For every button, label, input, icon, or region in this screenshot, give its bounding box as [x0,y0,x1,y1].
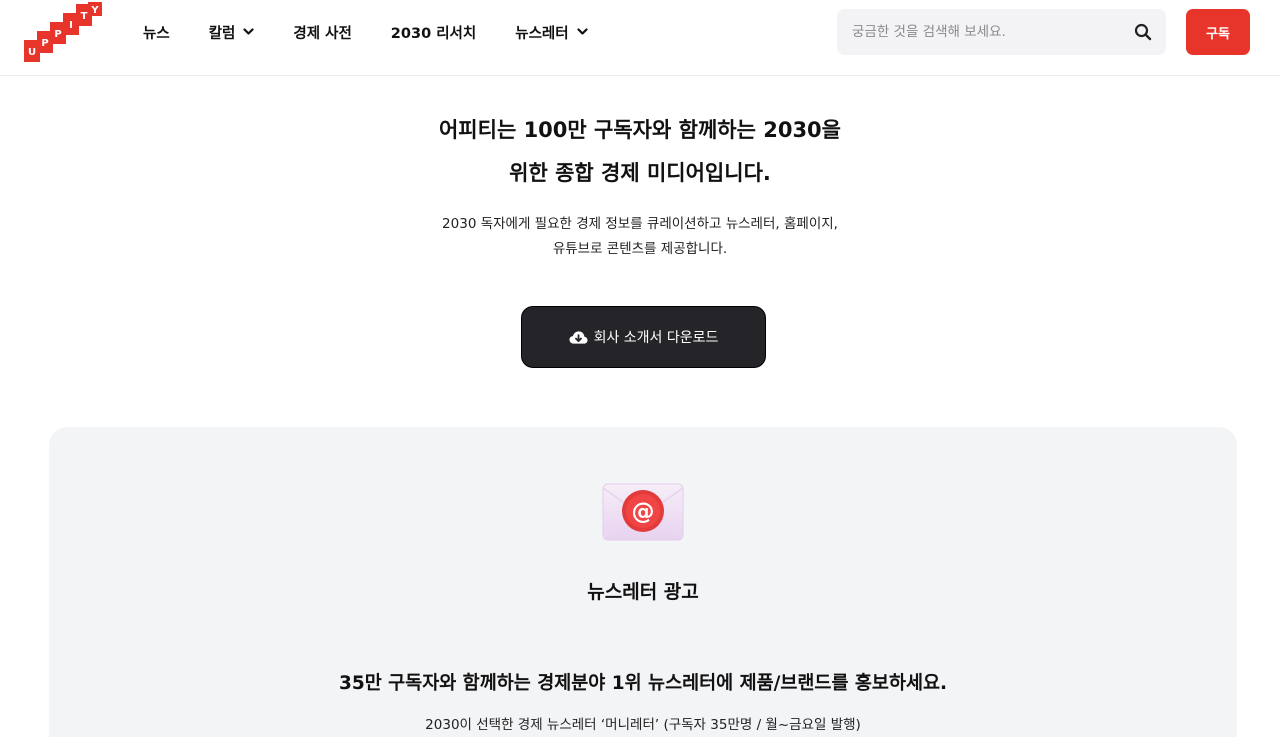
nav-item-column[interactable]: 칼럼 [209,22,255,43]
site-header: U P P I T Y 뉴스 칼럼 경제 사전 2030 리서치 뉴스레터 궁금… [0,0,1280,76]
chevron-down-icon [577,28,588,35]
newsletter-ad-section: @ 뉴스레터 광고 35만 구독자와 함께하는 경제분야 1위 뉴스레터에 제품… [49,427,1237,737]
svg-text:@: @ [632,499,655,525]
subscribe-button[interactable]: 구독 [1186,9,1250,55]
hero-description-line: 2030 독자에게 필요한 경제 정보를 큐레이션하고 뉴스레터, 홈페이지, [442,216,838,232]
nav-item-economy-dictionary[interactable]: 경제 사전 [293,22,351,43]
search-icon[interactable] [1134,23,1152,41]
nav-item-label: 2030 리서치 [390,25,477,42]
nav-item-label: 경제 사전 [293,25,352,42]
hero-description: 2030 독자에게 필요한 경제 정보를 큐레이션하고 뉴스레터, 홈페이지, … [0,212,1280,262]
logo-letter: U [28,47,36,58]
logo-letter: I [69,20,73,31]
hero-title-line: 어피티는 100만 구독자와 함께하는 2030을 [438,118,841,142]
nav-item-label: 뉴스 [143,25,170,42]
uppity-logo[interactable]: U P P I T Y [24,2,104,64]
logo-letter: P [54,29,61,40]
newsletter-ad-subtext: 2030이 선택한 경제 뉴스레터 ‘머니레터’ (구독자 35만명 / 월~금… [425,717,861,733]
nav-item-label: 뉴스레터 [515,25,569,42]
nav-item-label: 칼럼 [208,25,236,42]
search-input[interactable] [852,24,1122,40]
nav-item-newsletter[interactable]: 뉴스레터 [515,22,588,43]
cloud-download-icon [569,330,588,344]
hero-description-line: 유튜브로 콘텐츠를 제공합니다. [552,241,728,257]
hero-title-line: 위한 종합 경제 미디어입니다. [509,161,771,185]
newsletter-ad-headline: 35만 구독자와 함께하는 경제분야 1위 뉴스레터에 제품/브랜드를 홍보하세… [338,673,948,694]
mail-at-icon: @ [602,483,684,541]
company-intro-download-button[interactable]: 회사 소개서 다운로드 [521,306,766,368]
newsletter-ad-title: 뉴스레터 광고 [587,581,699,603]
download-button-label: 회사 소개서 다운로드 [593,330,719,346]
hero-title: 어피티는 100만 구독자와 함께하는 2030을 위한 종합 경제 미디어입니… [0,109,1280,195]
nav-item-2030-research[interactable]: 2030 리서치 [391,22,476,43]
logo-letter: Y [90,5,99,16]
search-box [837,9,1166,55]
nav-item-news[interactable]: 뉴스 [143,22,170,43]
main-nav: 뉴스 칼럼 경제 사전 2030 리서치 뉴스레터 [143,0,627,64]
logo-letter: T [81,11,88,22]
chevron-down-icon [243,28,254,35]
logo-letter: P [41,38,48,49]
